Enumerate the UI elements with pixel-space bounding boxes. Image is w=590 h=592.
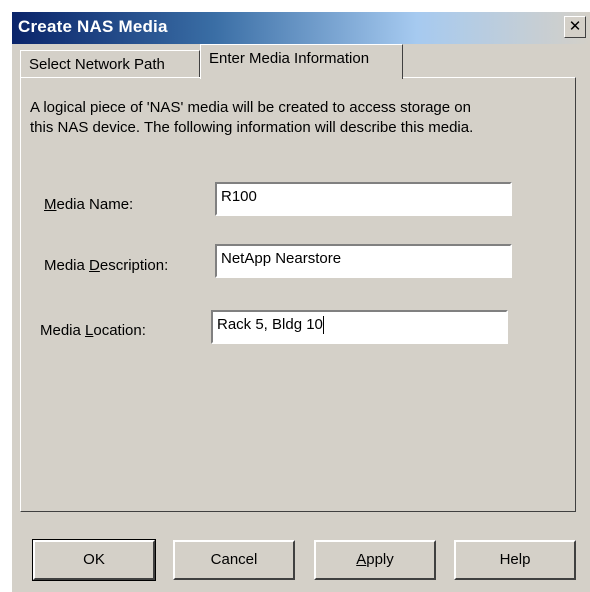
ok-button[interactable]: OK xyxy=(32,539,156,581)
media-location-value: Rack 5, Bldg 10 xyxy=(217,316,323,333)
media-description-field[interactable]: NetApp Nearstore xyxy=(215,244,512,278)
tab-enter-media-information[interactable]: Enter Media Information xyxy=(200,44,403,79)
cancel-label: Cancel xyxy=(210,551,258,568)
media-description-value: NetApp Nearstore xyxy=(221,250,342,267)
window-title: Create NAS Media xyxy=(18,17,168,36)
tab-label: Enter Media Information xyxy=(209,50,370,67)
media-location-field[interactable]: Rack 5, Bldg 10 xyxy=(211,310,508,344)
text-caret xyxy=(322,316,324,335)
title-bar[interactable]: Create NAS Media ✕ xyxy=(12,12,590,44)
tab-label: Select Network Path xyxy=(29,56,165,73)
cancel-button[interactable]: Cancel xyxy=(173,540,295,580)
info-line-2: this NAS device. The following informati… xyxy=(30,119,474,136)
info-text: A logical piece of 'NAS' media will be c… xyxy=(30,98,570,138)
media-location-label: Media Location: xyxy=(40,322,146,339)
media-name-value: R100 xyxy=(221,188,257,205)
tab-panel xyxy=(20,77,576,512)
info-line-1: A logical piece of 'NAS' media will be c… xyxy=(30,99,471,116)
media-name-label: Media Name: xyxy=(44,196,134,213)
close-button[interactable]: ✕ xyxy=(564,16,586,38)
help-label: Help xyxy=(499,551,531,568)
help-button[interactable]: Help xyxy=(454,540,576,580)
tab-select-network-path[interactable]: Select Network Path xyxy=(20,50,200,78)
close-icon: ✕ xyxy=(568,18,582,35)
apply-label: Apply xyxy=(356,551,394,568)
ok-label: OK xyxy=(83,551,105,568)
media-name-field[interactable]: R100 xyxy=(215,182,512,216)
apply-button[interactable]: Apply xyxy=(314,540,436,580)
media-description-label: Media Description: xyxy=(44,257,169,274)
